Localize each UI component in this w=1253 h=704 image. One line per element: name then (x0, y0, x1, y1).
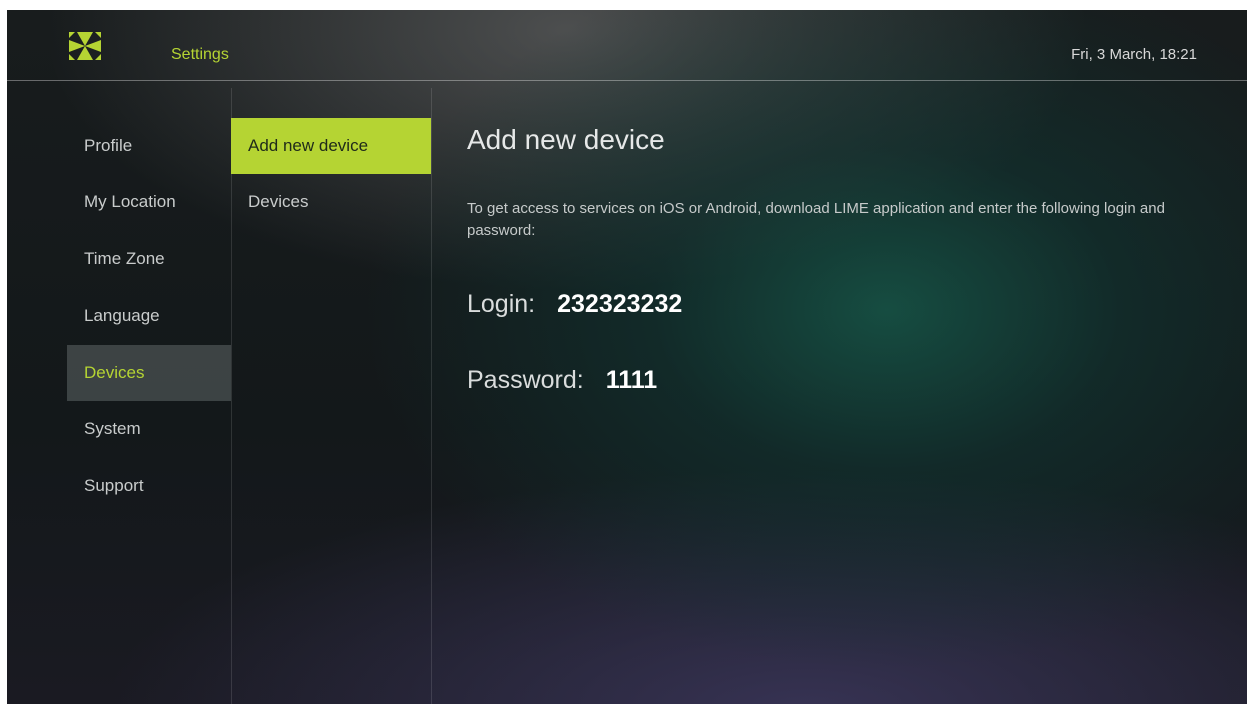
submenu-item-add-new-device[interactable]: Add new device (231, 118, 431, 174)
content-title: Add new device (467, 124, 665, 155)
date-time: Fri, 3 March, 18:21 (1071, 46, 1197, 63)
sidebar-item-language[interactable]: Language (67, 288, 231, 344)
lime-logo-icon (69, 32, 101, 60)
password-label: Password: (467, 366, 584, 394)
login-row: Login: 232323232 (467, 290, 682, 319)
sidebar-item-label: My Location (84, 192, 176, 211)
sidebar-item-label: System (84, 419, 141, 438)
sidebar-item-system[interactable]: System (67, 401, 231, 457)
submenu-item-label: Devices (248, 192, 309, 211)
content-description: To get access to services on iOS or Andr… (467, 200, 1165, 239)
submenu-item-devices[interactable]: Devices (231, 174, 431, 230)
sidebar-item-label: Language (84, 306, 160, 325)
sidebar-item-label: Support (84, 476, 144, 495)
sidebar-item-label: Time Zone (84, 249, 165, 268)
sidebar-item-profile[interactable]: Profile (67, 118, 231, 174)
login-value: 232323232 (557, 290, 683, 318)
page-title: Settings (171, 46, 229, 63)
settings-screen: Settings Fri, 3 March, 18:21 Profile My … (7, 10, 1247, 704)
sidebar-item-label: Devices (84, 363, 145, 382)
submenu-item-label: Add new device (248, 136, 369, 155)
password-row: Password: 1111 (467, 366, 657, 395)
login-label: Login: (467, 290, 536, 318)
sidebar-item-support[interactable]: Support (67, 458, 231, 514)
top-bar: Settings Fri, 3 March, 18:21 (7, 10, 1247, 81)
column-divider (431, 88, 432, 704)
password-value: 1111 (605, 366, 658, 394)
sidebar-item-label: Profile (84, 136, 133, 155)
settings-sidebar: Profile My Location Time Zone Language D… (7, 88, 231, 704)
sidebar-item-my-location[interactable]: My Location (67, 174, 231, 230)
sidebar-item-devices[interactable]: Devices (67, 345, 231, 401)
sidebar-item-time-zone[interactable]: Time Zone (67, 231, 231, 287)
